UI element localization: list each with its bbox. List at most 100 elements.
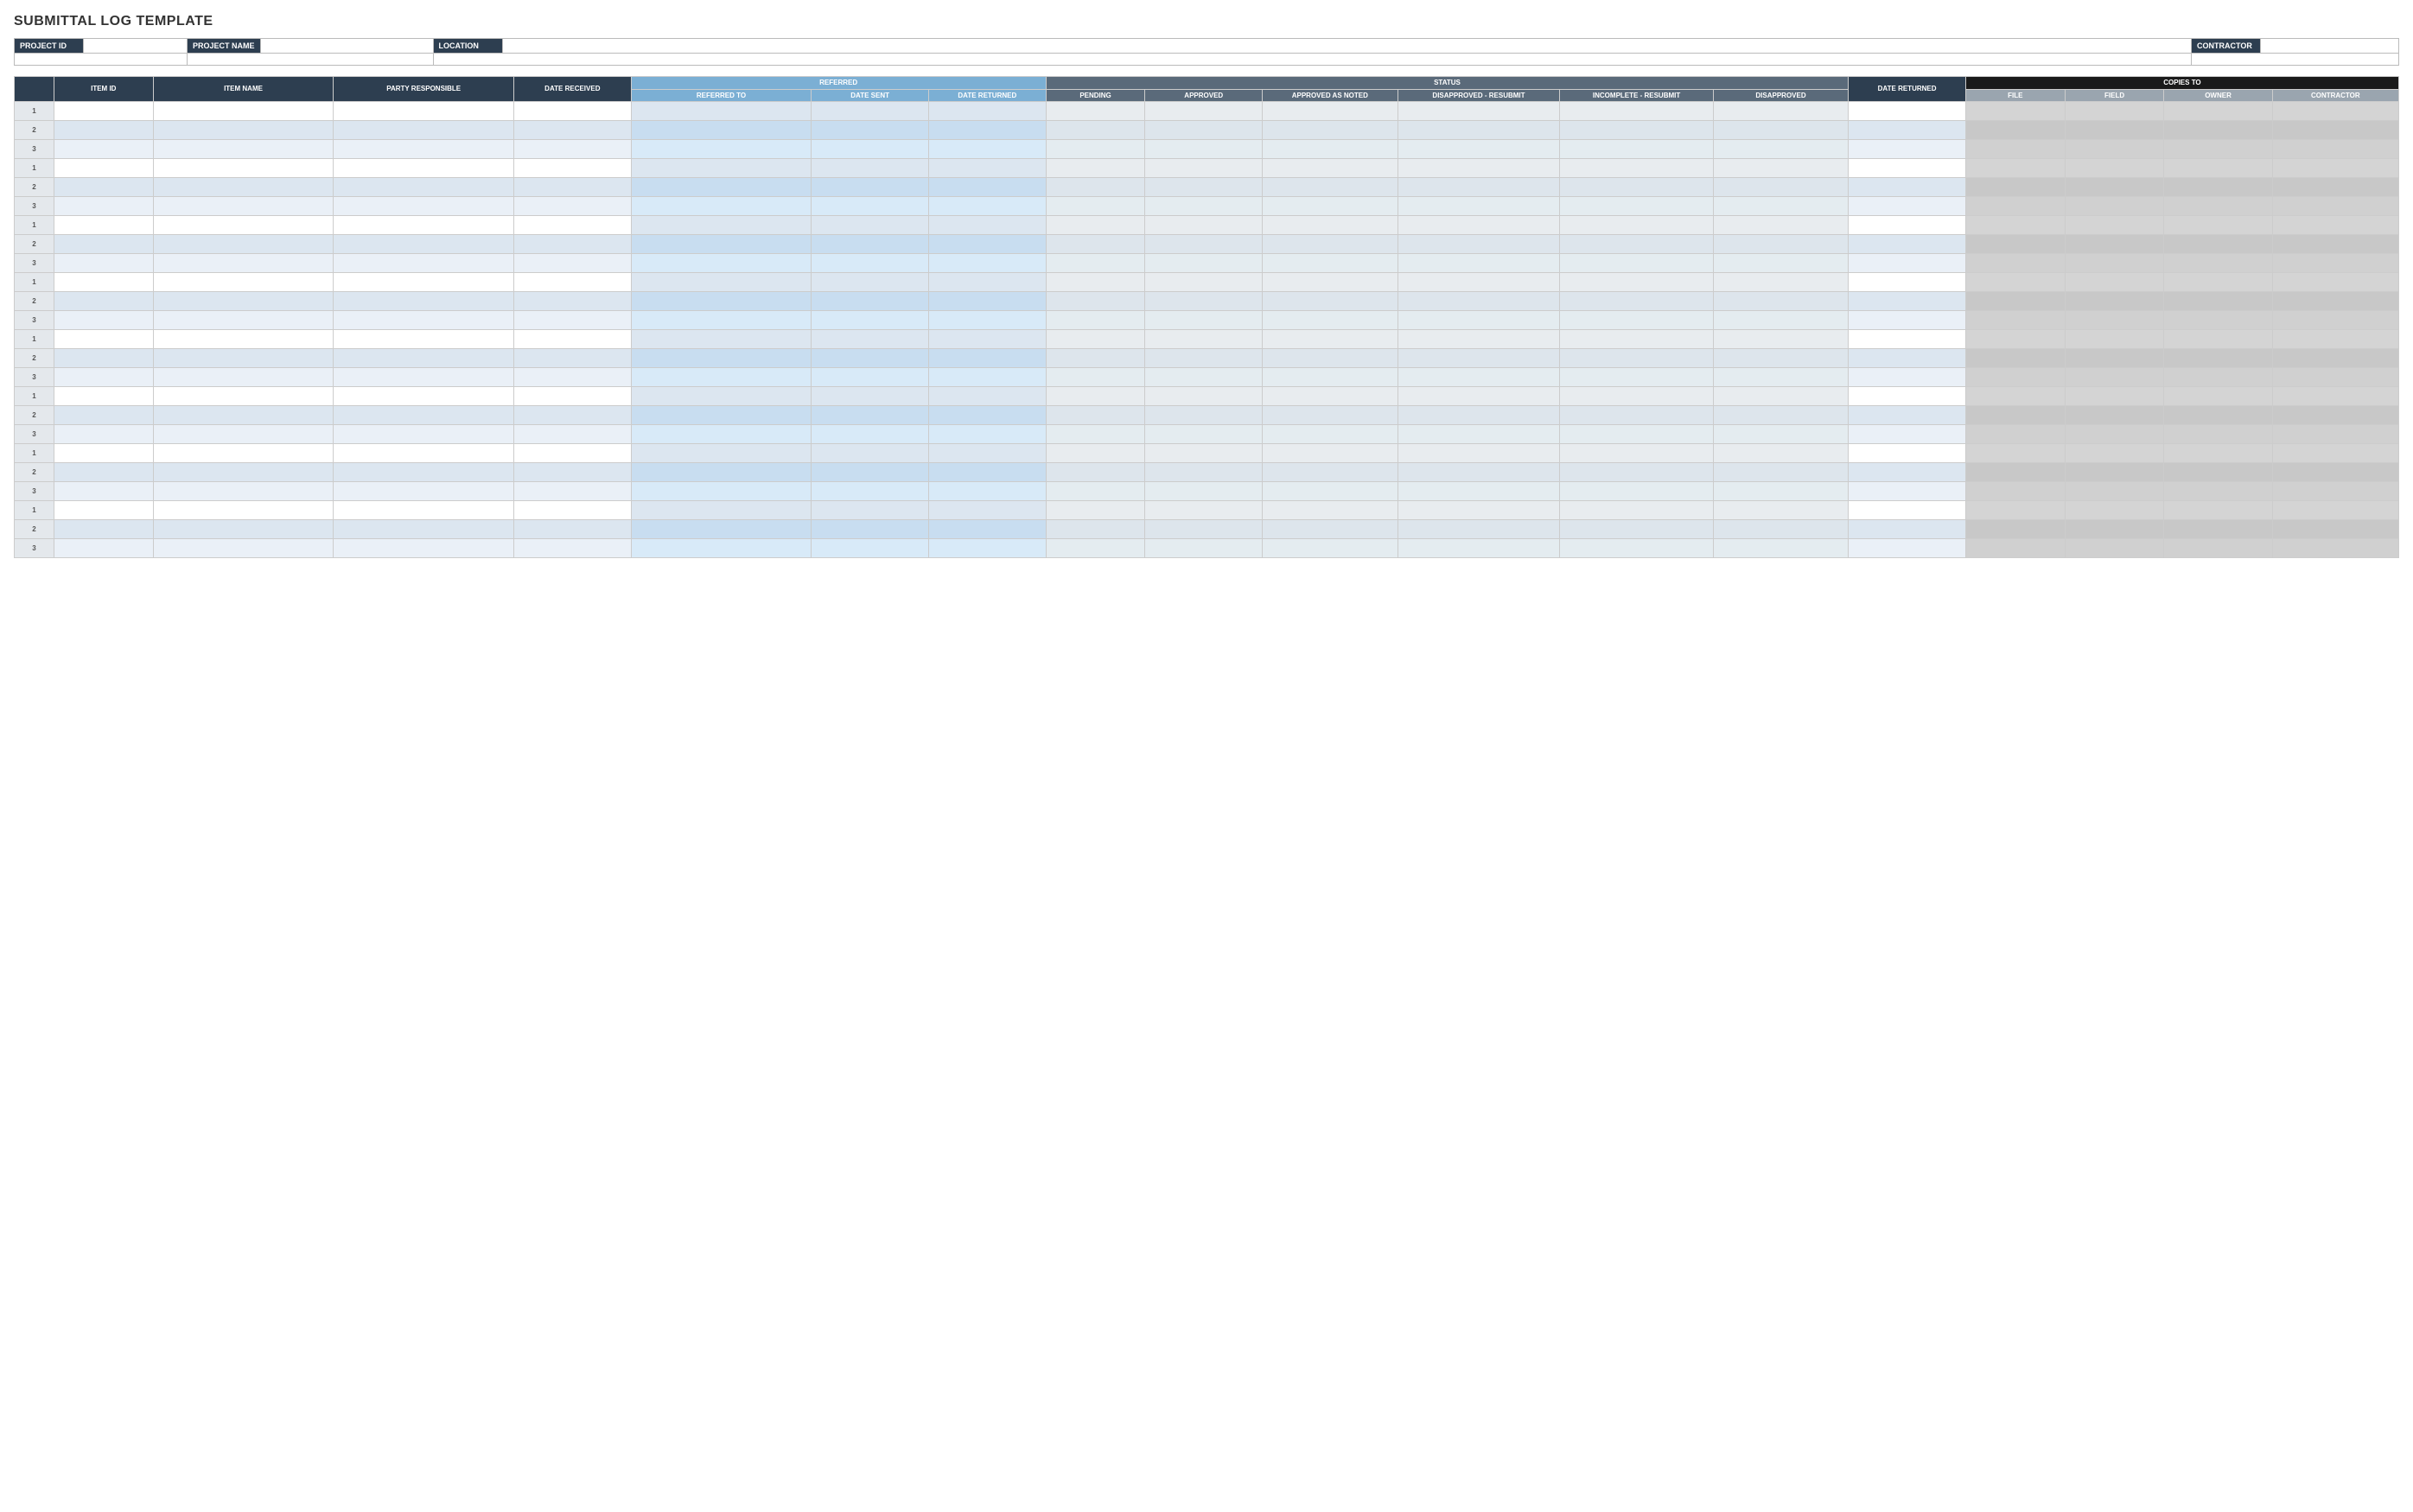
copies-cell — [2065, 330, 2164, 349]
copies-cell — [2272, 140, 2398, 159]
disapproved-header: DISAPPROVED — [1713, 89, 1849, 102]
copies-cell — [1965, 292, 2065, 311]
table-cell — [334, 140, 514, 159]
status-cell — [1398, 539, 1560, 558]
copies-cell — [1965, 330, 2065, 349]
copies-cell — [2065, 273, 2164, 292]
table-cell — [334, 425, 514, 444]
referred-cell — [631, 501, 812, 520]
status-cell — [1713, 121, 1849, 140]
table-cell — [54, 501, 153, 520]
copies-cell — [2272, 463, 2398, 482]
status-cell — [1560, 330, 1713, 349]
copies-cell — [1965, 520, 2065, 539]
status-cell — [1263, 254, 1398, 273]
referred-cell — [631, 330, 812, 349]
date-returned-cell — [1849, 501, 1966, 520]
status-cell — [1046, 254, 1145, 273]
table-cell — [153, 197, 334, 216]
table-cell — [334, 482, 514, 501]
row-index: 1 — [15, 102, 54, 121]
table-cell — [153, 463, 334, 482]
copies-cell — [2164, 216, 2272, 235]
table-cell — [54, 254, 153, 273]
status-cell — [1263, 102, 1398, 121]
referred-cell — [928, 463, 1046, 482]
status-cell — [1046, 121, 1145, 140]
row-index: 2 — [15, 292, 54, 311]
party-responsible-group: PARTY RESPONSIBLE — [334, 77, 514, 102]
copies-cell — [2164, 254, 2272, 273]
table-cell — [153, 102, 334, 121]
status-cell — [1560, 197, 1713, 216]
copies-cell — [2272, 387, 2398, 406]
referred-cell — [631, 102, 812, 121]
status-cell — [1046, 273, 1145, 292]
table-cell — [54, 121, 153, 140]
copies-cell — [1965, 254, 2065, 273]
table-cell — [514, 254, 632, 273]
copies-cell — [2164, 121, 2272, 140]
row-index: 3 — [15, 140, 54, 159]
info-bar: PROJECT ID PROJECT NAME LOCATION CONTRAC… — [14, 38, 2399, 66]
status-cell — [1263, 273, 1398, 292]
status-cell — [1398, 235, 1560, 254]
copies-cell — [2272, 197, 2398, 216]
table-cell — [514, 349, 632, 368]
copies-cell — [2164, 140, 2272, 159]
row-index: 1 — [15, 273, 54, 292]
copies-cell — [2272, 444, 2398, 463]
status-cell — [1263, 349, 1398, 368]
table-cell — [153, 216, 334, 235]
table-cell — [54, 292, 153, 311]
copies-cell — [1965, 159, 2065, 178]
referred-cell — [812, 330, 929, 349]
copies-cell — [2065, 444, 2164, 463]
status-cell — [1560, 406, 1713, 425]
status-cell — [1263, 520, 1398, 539]
table-cell — [54, 425, 153, 444]
status-cell — [1046, 387, 1145, 406]
table-cell — [514, 501, 632, 520]
copies-cell — [1965, 102, 2065, 121]
status-cell — [1560, 520, 1713, 539]
copies-cell — [2272, 425, 2398, 444]
status-cell — [1046, 235, 1145, 254]
date-returned-cell — [1849, 539, 1966, 558]
copies-cell — [2065, 235, 2164, 254]
copies-cell — [1965, 349, 2065, 368]
status-cell — [1145, 121, 1263, 140]
status-cell — [1046, 159, 1145, 178]
status-cell — [1263, 216, 1398, 235]
table-cell — [514, 520, 632, 539]
referred-cell — [631, 254, 812, 273]
referred-cell — [928, 159, 1046, 178]
status-cell — [1560, 254, 1713, 273]
copies-cell — [2272, 406, 2398, 425]
table-cell — [153, 311, 334, 330]
referred-cell — [812, 140, 929, 159]
status-cell — [1263, 178, 1398, 197]
status-cell — [1398, 140, 1560, 159]
date-returned-cell — [1849, 140, 1966, 159]
date-returned-cell — [1849, 406, 1966, 425]
referred-cell — [928, 235, 1046, 254]
table-cell — [514, 539, 632, 558]
status-cell — [1398, 102, 1560, 121]
referred-cell — [631, 159, 812, 178]
status-cell — [1560, 387, 1713, 406]
table-cell — [334, 539, 514, 558]
status-cell — [1560, 178, 1713, 197]
status-cell — [1560, 368, 1713, 387]
referred-cell — [928, 349, 1046, 368]
copies-cell — [1965, 501, 2065, 520]
status-cell — [1046, 197, 1145, 216]
row-index: 2 — [15, 520, 54, 539]
copies-cell — [2065, 501, 2164, 520]
date-returned-cell — [1849, 444, 1966, 463]
copies-cell — [2164, 406, 2272, 425]
referred-cell — [631, 273, 812, 292]
status-cell — [1046, 520, 1145, 539]
status-cell — [1560, 501, 1713, 520]
status-cell — [1145, 216, 1263, 235]
